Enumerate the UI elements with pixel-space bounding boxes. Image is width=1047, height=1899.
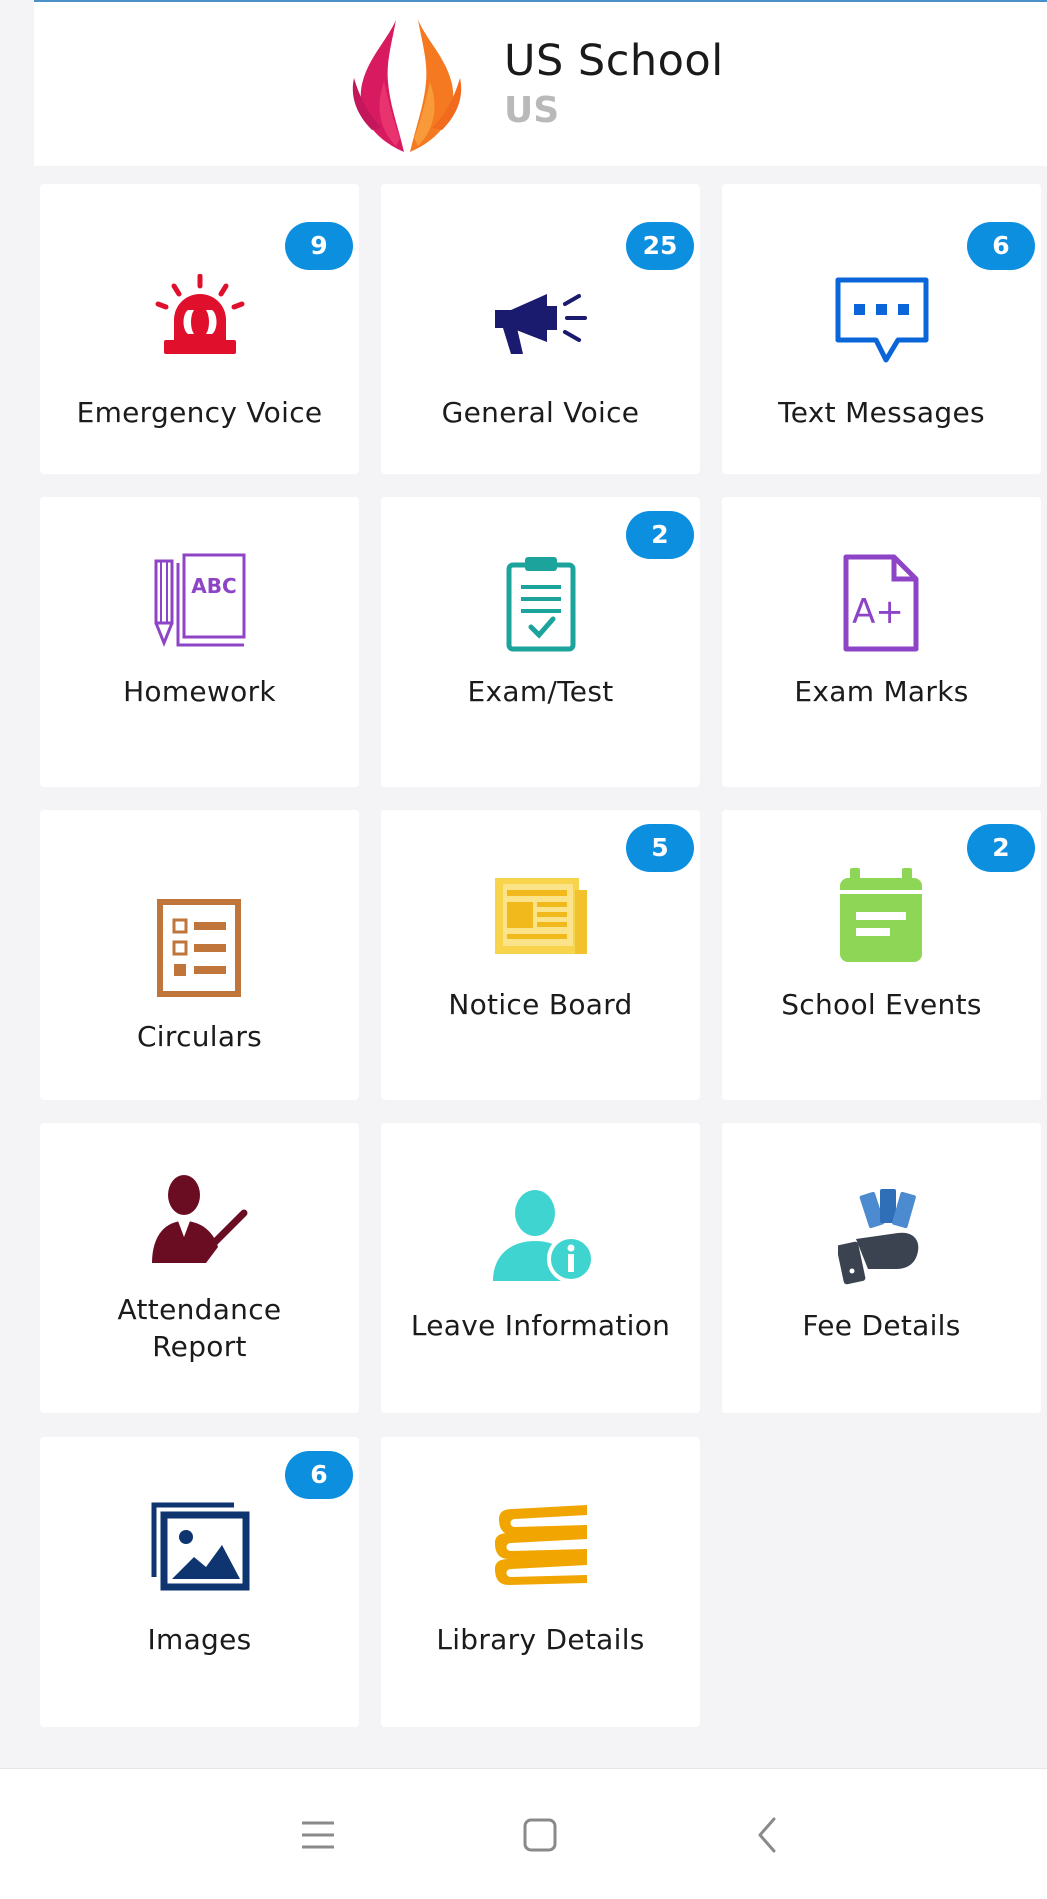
- school-header: US School US: [34, 0, 1047, 166]
- tile-label: Exam/Test: [467, 675, 614, 708]
- tile-label: Leave Information: [410, 1309, 671, 1342]
- tile-school-events[interactable]: 2 School Events: [722, 810, 1041, 1100]
- siren-icon: [155, 274, 245, 354]
- calendar-icon: [840, 868, 922, 962]
- svg-text:A+: A+: [852, 592, 904, 632]
- tile-label: Homework: [123, 675, 276, 708]
- back-chevron-icon[interactable]: [740, 1807, 796, 1863]
- newspaper-icon: [495, 878, 587, 954]
- badge: 5: [626, 824, 694, 872]
- tile-exam-marks[interactable]: A+ Exam Marks: [722, 497, 1041, 787]
- tile-fee-details[interactable]: Fee Details: [722, 1123, 1041, 1413]
- school-code: US: [504, 90, 560, 131]
- checklist-icon: [157, 899, 241, 997]
- system-navigation-bar: [0, 1768, 1047, 1899]
- tile-label: Images: [147, 1623, 252, 1656]
- megaphone-icon: [495, 294, 587, 354]
- tile-label: Text Messages: [778, 396, 985, 429]
- chat-bubble-icon: [835, 277, 929, 363]
- tile-label: School Events: [781, 988, 982, 1021]
- clipboard-check-icon: [506, 557, 576, 652]
- person-info-icon: [493, 1190, 595, 1283]
- tile-library-details[interactable]: Library Details: [381, 1437, 700, 1727]
- badge: 6: [285, 1451, 353, 1499]
- money-hand-icon: [838, 1189, 919, 1285]
- tile-label: Emergency Voice: [76, 396, 323, 429]
- badge: 9: [285, 222, 353, 270]
- tile-label: Circulars: [136, 1020, 263, 1053]
- tile-label: Fee Details: [802, 1309, 961, 1342]
- badge: 25: [626, 222, 694, 270]
- books-stack-icon: [495, 1505, 587, 1585]
- badge: 2: [626, 511, 694, 559]
- tile-label: Library Details: [436, 1623, 645, 1656]
- tile-leave-information[interactable]: Leave Information: [381, 1123, 700, 1413]
- grade-document-icon: A+: [843, 554, 919, 652]
- tile-label: Exam Marks: [794, 675, 969, 708]
- tile-label: General Voice: [441, 396, 640, 429]
- tile-exam-test[interactable]: 2 Exam/Test: [381, 497, 700, 787]
- tile-circulars[interactable]: Circulars: [40, 810, 359, 1100]
- book-pencil-icon: ABC: [154, 553, 246, 648]
- home-square-icon[interactable]: [512, 1807, 568, 1863]
- school-logo: [352, 20, 462, 152]
- tile-label: Notice Board: [448, 988, 633, 1021]
- tile-label: Attendance Report: [117, 1293, 282, 1363]
- tile-homework[interactable]: ABC Homework: [40, 497, 359, 787]
- image-gallery-icon: [151, 1502, 250, 1591]
- badge: 6: [967, 222, 1035, 270]
- tile-images[interactable]: 6 Images: [40, 1437, 359, 1727]
- badge: 2: [967, 824, 1035, 872]
- tile-general-voice[interactable]: 25 General Voice: [381, 184, 700, 474]
- school-name: US School: [504, 36, 724, 86]
- tile-notice-board[interactable]: 5 Notice Board: [381, 810, 700, 1100]
- tile-text-messages[interactable]: 6 Text Messages: [722, 184, 1041, 474]
- tile-emergency-voice[interactable]: 9 Emergency Voice: [40, 184, 359, 474]
- svg-text:ABC: ABC: [191, 574, 236, 598]
- person-check-icon: [152, 1175, 248, 1263]
- menu-icon[interactable]: [290, 1807, 346, 1863]
- tile-attendance-report[interactable]: Attendance Report: [40, 1123, 359, 1413]
